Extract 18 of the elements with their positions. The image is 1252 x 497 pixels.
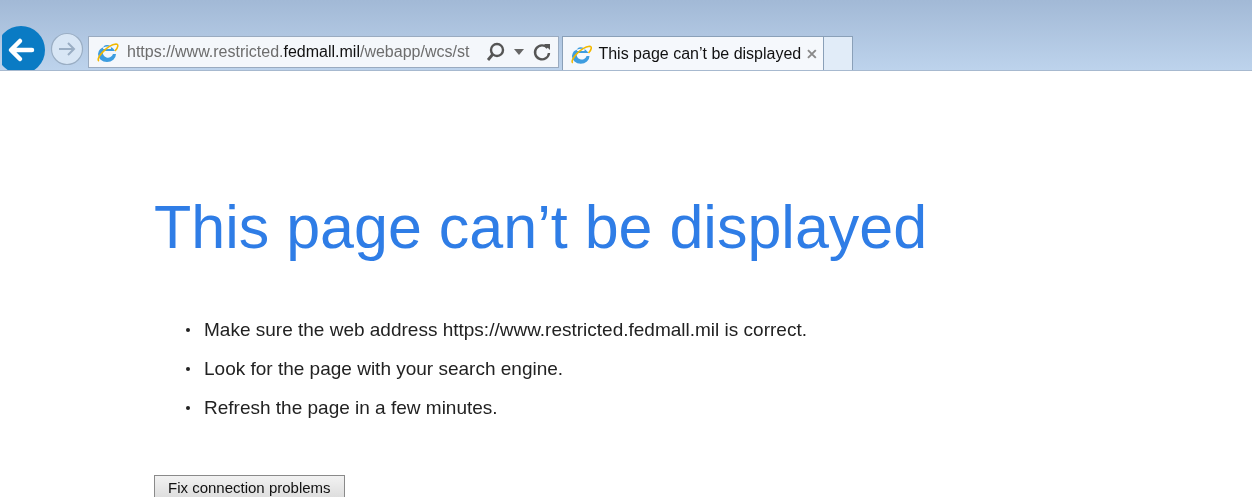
close-icon[interactable] xyxy=(807,48,817,59)
search-icon[interactable] xyxy=(486,42,506,62)
browser-tab[interactable]: This page can’t be displayed xyxy=(562,36,824,70)
suggestion-text: Look for the page with your search engine. xyxy=(204,357,564,381)
error-heading: This page can’t be displayed xyxy=(154,192,929,263)
address-bar[interactable]: https://www.restricted.fedmall.mil/webapp/wcs/st xyxy=(88,36,559,68)
browser-logo-icon xyxy=(95,40,119,64)
refresh-icon[interactable] xyxy=(532,42,552,62)
suggestion-text: Refresh the page in a few minutes. xyxy=(204,396,498,420)
bullet-dot xyxy=(186,366,190,371)
tab-title: This page can’t be displayed xyxy=(598,44,802,63)
bullet-dot xyxy=(186,405,190,410)
url-text: https://www.restricted.fedmall.mil/webapp/wcs/st xyxy=(127,43,471,61)
bullet-dot xyxy=(186,327,190,332)
fix-connection-button[interactable]: Fix connection problems xyxy=(154,475,345,497)
back-button[interactable] xyxy=(2,26,48,70)
suggestion-text: Make sure the web address https://www.restricted.fedmall.mil is correct. xyxy=(204,318,807,342)
dropdown-caret-icon[interactable] xyxy=(514,49,524,55)
